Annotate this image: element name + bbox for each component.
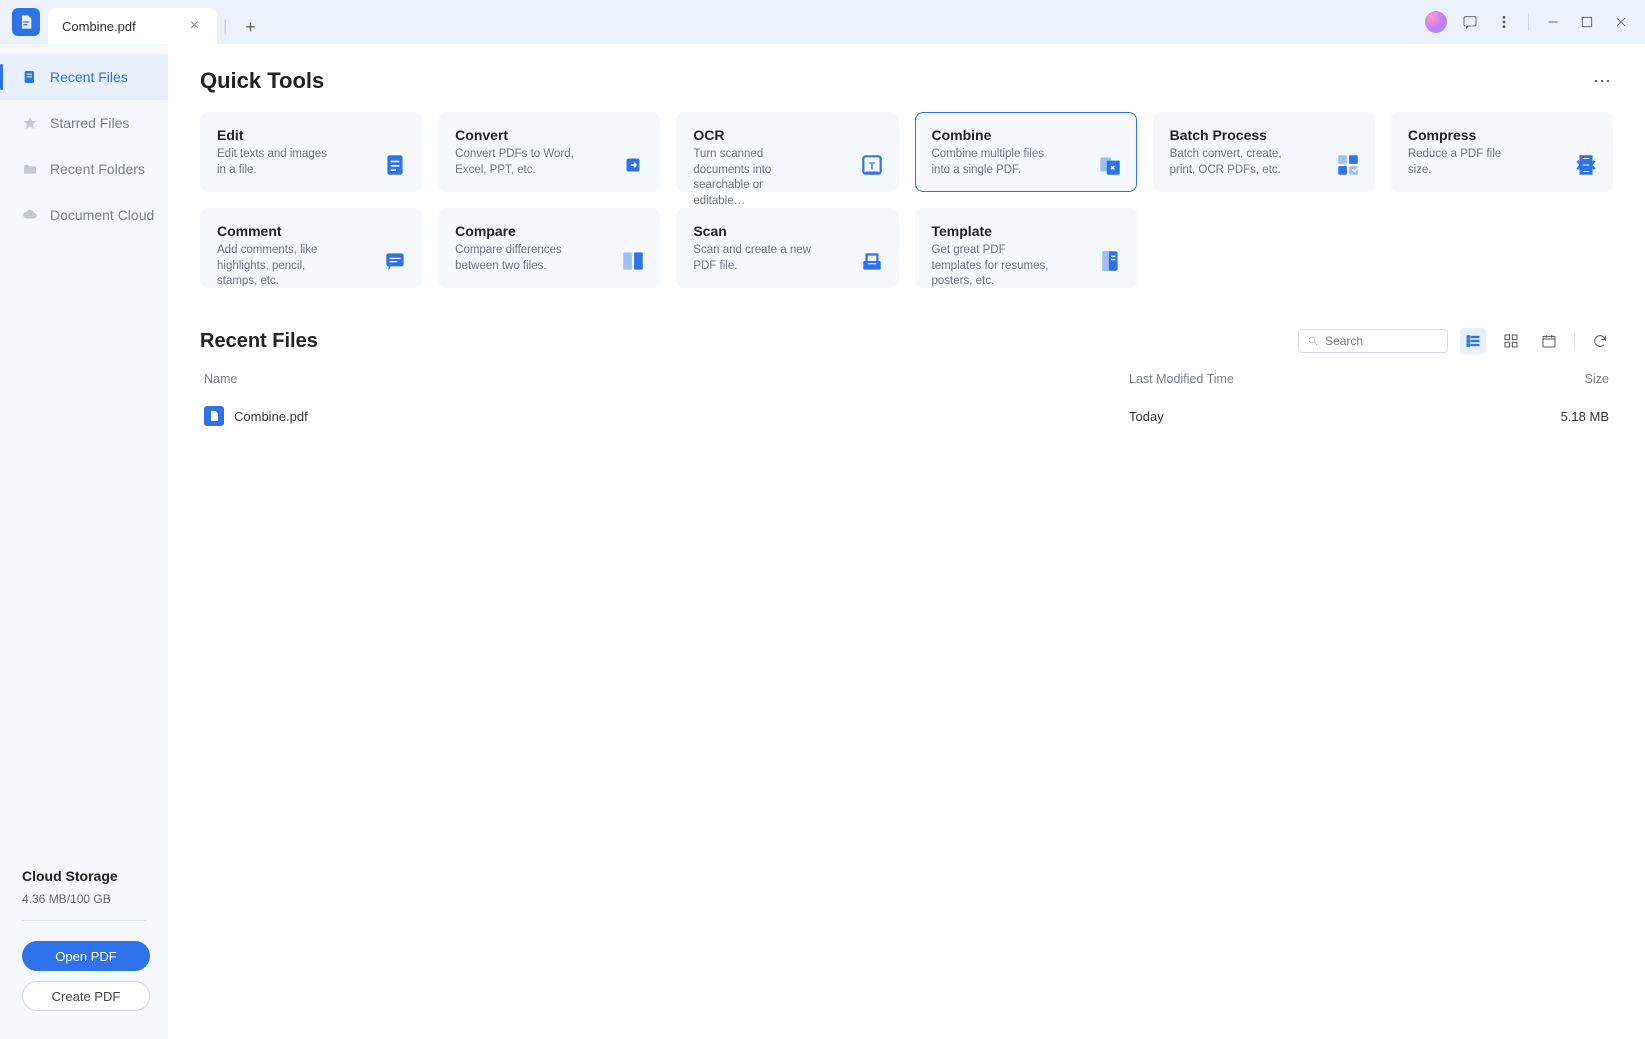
- cloud-storage-title: Cloud Storage: [22, 868, 146, 884]
- refresh-icon[interactable]: [1587, 328, 1613, 354]
- sidebar-label: Recent Files: [50, 69, 128, 85]
- quick-tools-title: Quick Tools: [200, 68, 324, 94]
- tool-title: Compare: [455, 223, 643, 239]
- tab-separator: |: [223, 18, 227, 36]
- convert-icon: [619, 151, 647, 179]
- tool-card-compare[interactable]: Compare Compare differences between two f…: [438, 208, 660, 288]
- window-close-icon[interactable]: [1605, 6, 1637, 38]
- titlebar: Combine.pdf × | +: [0, 0, 1645, 44]
- compare-icon: [619, 247, 647, 275]
- sidebar-label: Document Cloud: [50, 207, 154, 223]
- open-pdf-button[interactable]: Open PDF: [22, 941, 150, 971]
- table-body: Combine.pdf Today5.18 MB: [200, 396, 1613, 436]
- tool-title: Batch Process: [1170, 127, 1358, 143]
- tool-title: Compress: [1408, 127, 1596, 143]
- column-size[interactable]: Size: [1529, 372, 1609, 386]
- tool-desc: Combine multiple files into a single PDF…: [932, 147, 1052, 178]
- tool-card-template[interactable]: Template Get great PDF templates for resu…: [915, 208, 1137, 288]
- create-pdf-button[interactable]: Create PDF: [22, 981, 150, 1011]
- tab-title: Combine.pdf: [62, 19, 136, 34]
- table-row[interactable]: Combine.pdf Today5.18 MB: [200, 396, 1613, 436]
- tool-card-combine[interactable]: Combine Combine multiple files into a sin…: [915, 112, 1137, 192]
- tool-desc: Convert PDFs to Word, Excel, PPT, etc.: [455, 147, 575, 178]
- cloud-storage-usage: 4.36 MB/100 GB: [22, 892, 146, 906]
- window-controls: [1420, 0, 1637, 44]
- search-input[interactable]: [1325, 334, 1439, 348]
- tool-title: Edit: [217, 127, 405, 143]
- scan-icon: [858, 247, 886, 275]
- tool-title: Template: [932, 223, 1120, 239]
- window-minimize-icon[interactable]: [1537, 6, 1569, 38]
- sidebar: Recent Files Starred Files Recent Folder…: [0, 44, 168, 1039]
- main-content: Quick Tools ⋯ Edit Edit texts and images …: [168, 44, 1645, 1039]
- tool-card-batch-process[interactable]: Batch Process Batch convert, create, prin…: [1153, 112, 1375, 192]
- calendar-view-icon[interactable]: [1536, 328, 1562, 354]
- template-icon: [1096, 247, 1124, 275]
- sidebar-item-recent-files[interactable]: Recent Files: [0, 54, 168, 100]
- table-header: Name Last Modified Time Size: [200, 362, 1613, 396]
- sidebar-label: Starred Files: [50, 115, 129, 131]
- edit-icon: [381, 151, 409, 179]
- tool-card-compress[interactable]: Compress Reduce a PDF file size.: [1391, 112, 1613, 192]
- recent-files-toolbar: [1298, 328, 1613, 354]
- add-tab-icon[interactable]: +: [239, 17, 262, 38]
- tool-desc: Batch convert, create, print, OCR PDFs, …: [1170, 147, 1290, 178]
- list-view-icon[interactable]: [1460, 328, 1486, 354]
- column-name[interactable]: Name: [204, 372, 1129, 386]
- menu-kebab-icon[interactable]: [1488, 6, 1520, 38]
- combine-icon: [1096, 151, 1124, 179]
- tool-desc: Get great PDF templates for resumes, pos…: [932, 243, 1052, 290]
- ocr-icon: T: [858, 151, 886, 179]
- separator: [1528, 13, 1529, 31]
- sidebar-label: Recent Folders: [50, 161, 145, 177]
- tool-desc: Edit texts and images in a file.: [217, 147, 337, 178]
- file-size: 5.18 MB: [1529, 409, 1609, 424]
- close-tab-icon[interactable]: ×: [186, 17, 203, 35]
- pdf-file-icon: [204, 406, 224, 426]
- tool-desc: Compare differences between two files.: [455, 243, 575, 274]
- comment-icon: [381, 247, 409, 275]
- sidebar-item-starred-files[interactable]: Starred Files: [0, 100, 168, 146]
- tool-title: Comment: [217, 223, 405, 239]
- sidebar-item-recent-folders[interactable]: Recent Folders: [0, 146, 168, 192]
- quick-tools-grid: Edit Edit texts and images in a file. Conv…: [200, 112, 1613, 288]
- recent-files-title: Recent Files: [200, 330, 318, 353]
- tool-card-comment[interactable]: Comment Add comments, like highlights, pe…: [200, 208, 422, 288]
- feedback-icon[interactable]: [1454, 6, 1486, 38]
- tool-desc: Add comments, like highlights, pencil, s…: [217, 243, 337, 290]
- tool-card-edit[interactable]: Edit Edit texts and images in a file.: [200, 112, 422, 192]
- window-maximize-icon[interactable]: [1571, 6, 1603, 38]
- app-logo-icon[interactable]: [12, 8, 40, 36]
- document-tab[interactable]: Combine.pdf ×: [48, 8, 217, 44]
- batch-process-icon: [1334, 151, 1362, 179]
- grid-view-icon[interactable]: [1498, 328, 1524, 354]
- file-time: Today: [1129, 409, 1529, 424]
- tool-title: OCR: [693, 127, 881, 143]
- avatar-icon[interactable]: [1420, 6, 1452, 38]
- tool-title: Scan: [693, 223, 881, 239]
- svg-text:T: T: [869, 161, 875, 172]
- sidebar-bottom: Cloud Storage 4.36 MB/100 GB Open PDF Cr…: [0, 850, 168, 1039]
- sidebar-item-document-cloud[interactable]: Document Cloud: [0, 192, 168, 238]
- cloud-storage-divider: [22, 920, 146, 921]
- tool-card-scan[interactable]: Scan Scan and create a new PDF file.: [676, 208, 898, 288]
- tool-desc: Reduce a PDF file size.: [1408, 147, 1528, 178]
- tool-card-convert[interactable]: Convert Convert PDFs to Word, Excel, PPT,…: [438, 112, 660, 192]
- tool-title: Convert: [455, 127, 643, 143]
- tool-card-ocr[interactable]: OCRTurn scanned documents into searchabl…: [676, 112, 898, 192]
- tool-desc: Scan and create a new PDF file.: [693, 243, 813, 274]
- toolbar-separator: [1574, 332, 1575, 350]
- column-time[interactable]: Last Modified Time: [1129, 372, 1529, 386]
- tool-desc: Turn scanned documents into searchable o…: [693, 147, 813, 209]
- file-name: Combine.pdf: [234, 409, 308, 424]
- quick-tools-more-icon[interactable]: ⋯: [1593, 71, 1613, 92]
- search-box[interactable]: [1298, 329, 1448, 353]
- compress-icon: [1572, 151, 1600, 179]
- tool-title: Combine: [932, 127, 1120, 143]
